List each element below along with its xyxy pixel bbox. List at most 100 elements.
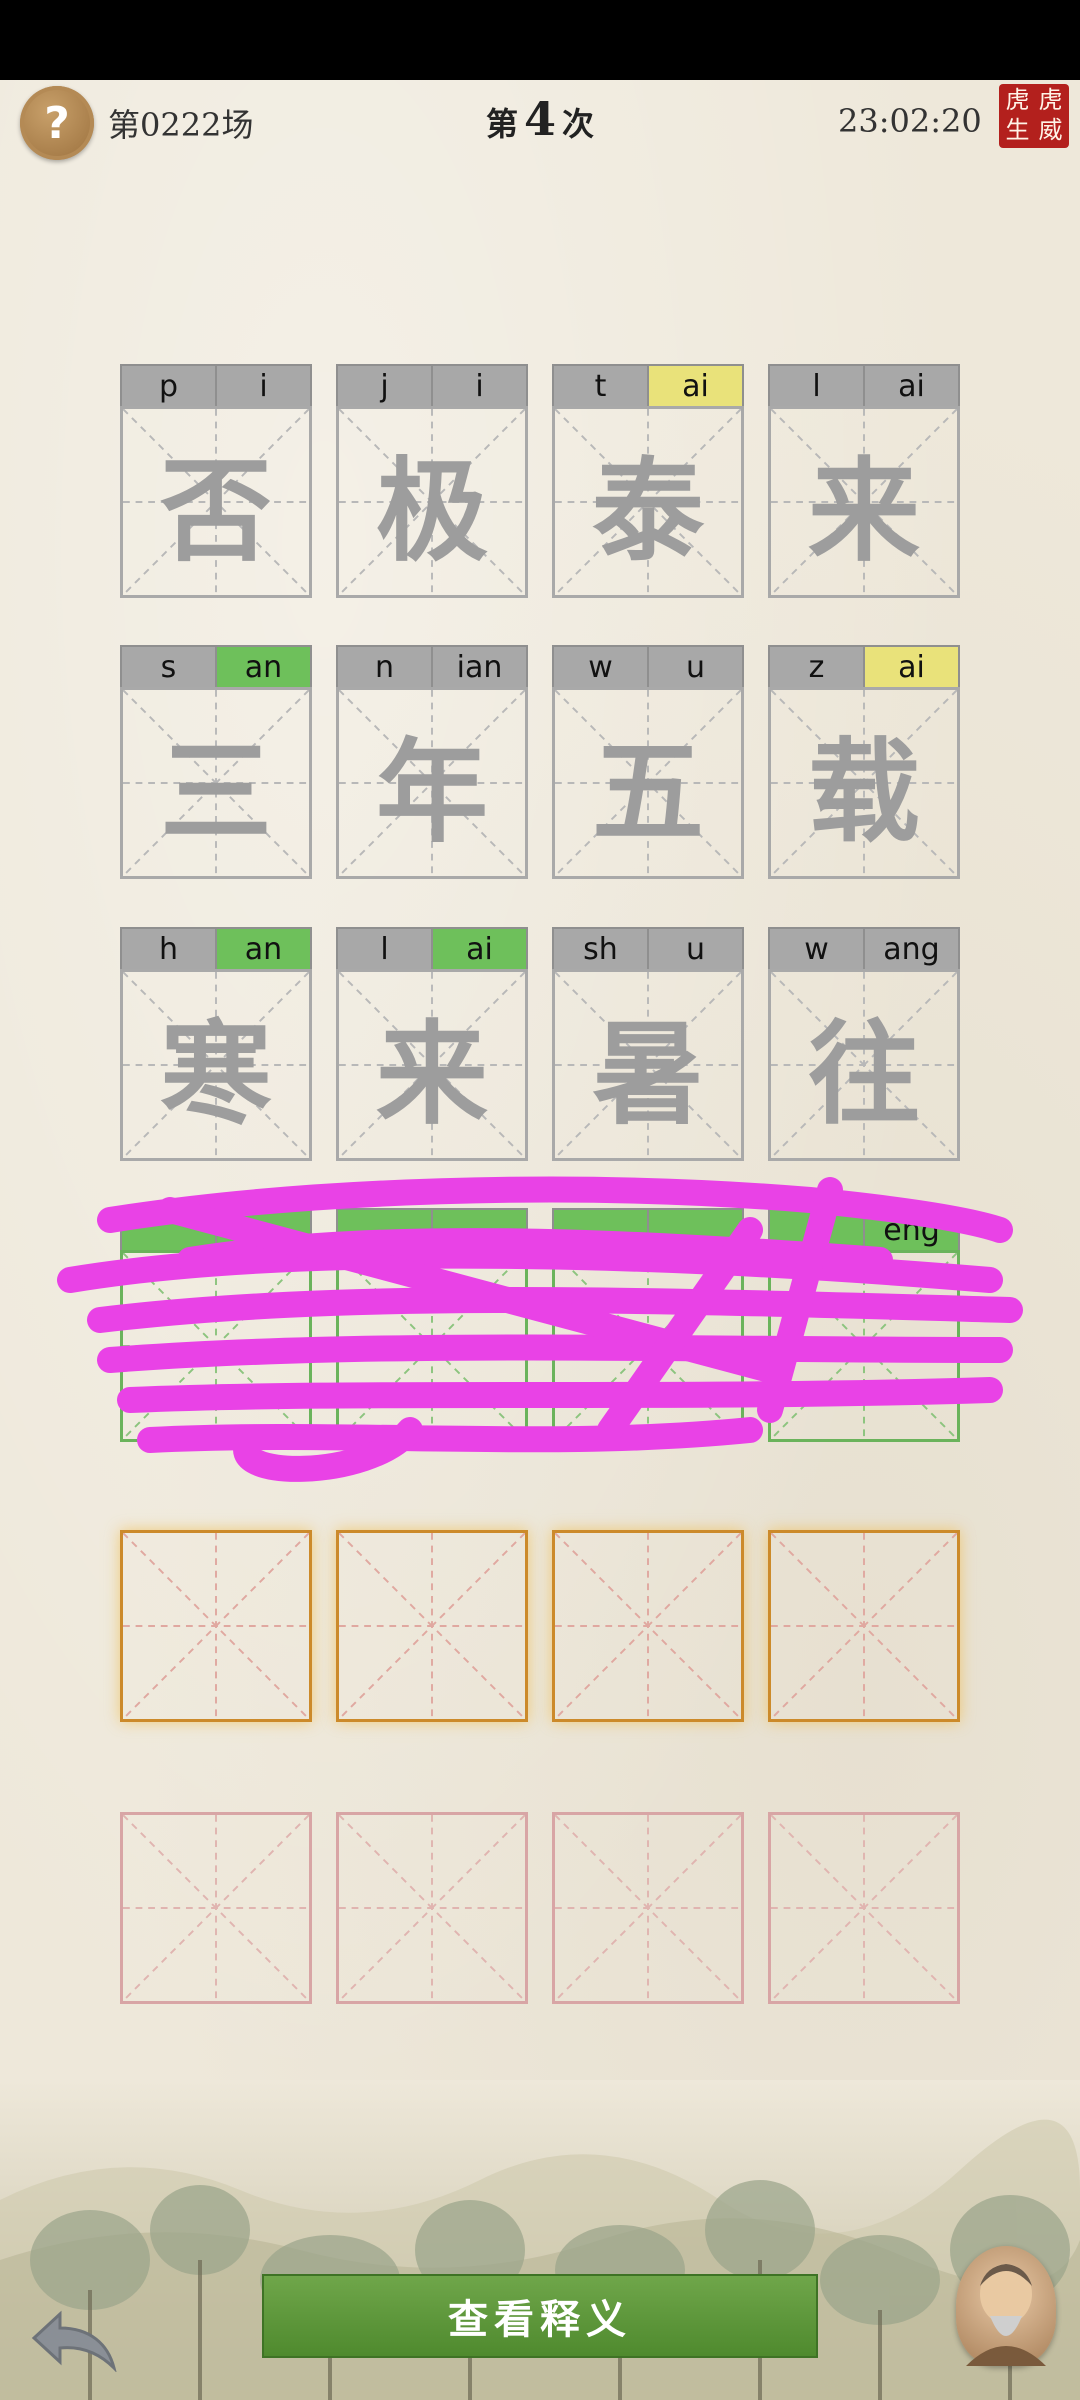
pinyin-initial: j <box>338 366 431 406</box>
pinyin-bar: t ai <box>552 364 744 406</box>
input-box[interactable] <box>768 1530 960 1722</box>
guessed-character: 来 <box>376 1009 488 1140</box>
character-box: 来 <box>768 406 960 598</box>
pinyin-initial: sh <box>554 929 647 969</box>
character-box: 来 <box>336 969 528 1161</box>
status-bar <box>0 0 1080 80</box>
character-box: 暑 <box>552 969 744 1161</box>
character-box: 极 <box>336 406 528 598</box>
pinyin-final: ai <box>431 929 526 969</box>
guessed-character: 极 <box>376 446 488 577</box>
empty-box[interactable] <box>552 1812 744 2004</box>
empty-box[interactable] <box>120 1812 312 2004</box>
pinyin-final: ian <box>431 647 526 687</box>
guess-cell: w ang 往 <box>768 927 960 1161</box>
guessed-character: 年 <box>376 727 488 858</box>
grid-guides <box>555 1533 741 1719</box>
empty-box[interactable] <box>768 1812 960 2004</box>
pinyin-initial: s <box>122 647 215 687</box>
pinyin-bar: s an <box>120 645 312 687</box>
grid-guides <box>339 1815 525 2001</box>
guessed-character: 三 <box>160 727 272 858</box>
guess-cell: l ai 来 <box>336 927 528 1161</box>
seal-char: 虎 <box>1038 86 1063 114</box>
pinyin-initial: p <box>122 366 215 406</box>
pinyin-final: ai <box>863 366 958 406</box>
grid-guides <box>123 1815 309 2001</box>
pinyin-bar: l ai <box>336 927 528 969</box>
guessed-character: 五 <box>592 727 704 858</box>
guess-cell: l ai 来 <box>768 364 960 598</box>
pinyin-final: u <box>647 929 742 969</box>
grid-guides <box>771 1533 957 1719</box>
pinyin-initial: l <box>338 929 431 969</box>
guessed-character: 往 <box>808 1009 920 1140</box>
clock: 23:02:20 <box>838 102 982 140</box>
pinyin-final: i <box>215 366 310 406</box>
input-box[interactable] <box>120 1530 312 1722</box>
seal-char: 威 <box>1038 116 1063 144</box>
empty-box[interactable] <box>336 1812 528 2004</box>
pinyin-bar: l ai <box>768 364 960 406</box>
guessed-character: 否 <box>160 446 272 577</box>
pinyin-final: ang <box>863 929 958 969</box>
attempt-number: 4 <box>523 92 556 146</box>
guess-cell: ji极 <box>336 364 528 598</box>
pinyin-initial: z <box>770 647 863 687</box>
view-meaning-button[interactable]: 查看释义 <box>262 2274 818 2358</box>
pinyin-bar: sh u <box>552 927 744 969</box>
pinyin-bar: pi <box>120 364 312 406</box>
pinyin-final: an <box>215 929 310 969</box>
pinyin-bar: ji <box>336 364 528 406</box>
character-box: 年 <box>336 687 528 879</box>
seal-char: 虎 <box>1005 86 1030 114</box>
back-arrow-icon[interactable] <box>30 2306 120 2372</box>
redaction-scribble <box>57 1176 1023 1482</box>
guess-cell: z ai 载 <box>768 645 960 879</box>
pinyin-final: an <box>215 647 310 687</box>
attempt-suffix: 次 <box>562 105 595 143</box>
pinyin-bar: n ian <box>336 645 528 687</box>
pinyin-initial: w <box>770 929 863 969</box>
pinyin-final: i <box>431 366 526 406</box>
character-box: 往 <box>768 969 960 1161</box>
guessed-character: 暑 <box>592 1009 704 1140</box>
guess-cell: t ai 泰 <box>552 364 744 598</box>
input-box[interactable] <box>336 1530 528 1722</box>
grid-guides <box>555 1815 741 2001</box>
guess-cell: n ian 年 <box>336 645 528 879</box>
seal-char: 生 <box>1005 116 1030 144</box>
pinyin-final: ai <box>863 647 958 687</box>
guess-cell: wu五 <box>552 645 744 879</box>
pinyin-bar: h an <box>120 927 312 969</box>
guess-cell: s an 三 <box>120 645 312 879</box>
pinyin-initial: l <box>770 366 863 406</box>
pinyin-final: u <box>647 647 742 687</box>
pinyin-bar: z ai <box>768 645 960 687</box>
guess-cell: sh u 暑 <box>552 927 744 1161</box>
pinyin-initial: t <box>554 366 647 406</box>
character-box: 五 <box>552 687 744 879</box>
pinyin-bar: w ang <box>768 927 960 969</box>
pinyin-initial: n <box>338 647 431 687</box>
guessed-character: 来 <box>808 446 920 577</box>
guessed-character: 泰 <box>592 446 704 577</box>
character-box: 否 <box>120 406 312 598</box>
guessed-character: 寒 <box>160 1009 272 1140</box>
guess-cell: pi否 <box>120 364 312 598</box>
grid-guides <box>771 1815 957 2001</box>
character-box: 载 <box>768 687 960 879</box>
sage-avatar[interactable] <box>956 2246 1056 2366</box>
grid-guides <box>123 1533 309 1719</box>
input-box[interactable] <box>552 1530 744 1722</box>
guessed-character: 载 <box>808 727 920 858</box>
pinyin-final: ai <box>647 366 742 406</box>
character-box: 寒 <box>120 969 312 1161</box>
character-box: 泰 <box>552 406 744 598</box>
pinyin-initial: h <box>122 929 215 969</box>
pinyin-bar: wu <box>552 645 744 687</box>
guess-cell: h an 寒 <box>120 927 312 1161</box>
attempt-prefix: 第 <box>485 105 518 143</box>
seal-stamp[interactable]: 虎 虎 生 威 <box>999 84 1069 148</box>
pinyin-initial: w <box>554 647 647 687</box>
